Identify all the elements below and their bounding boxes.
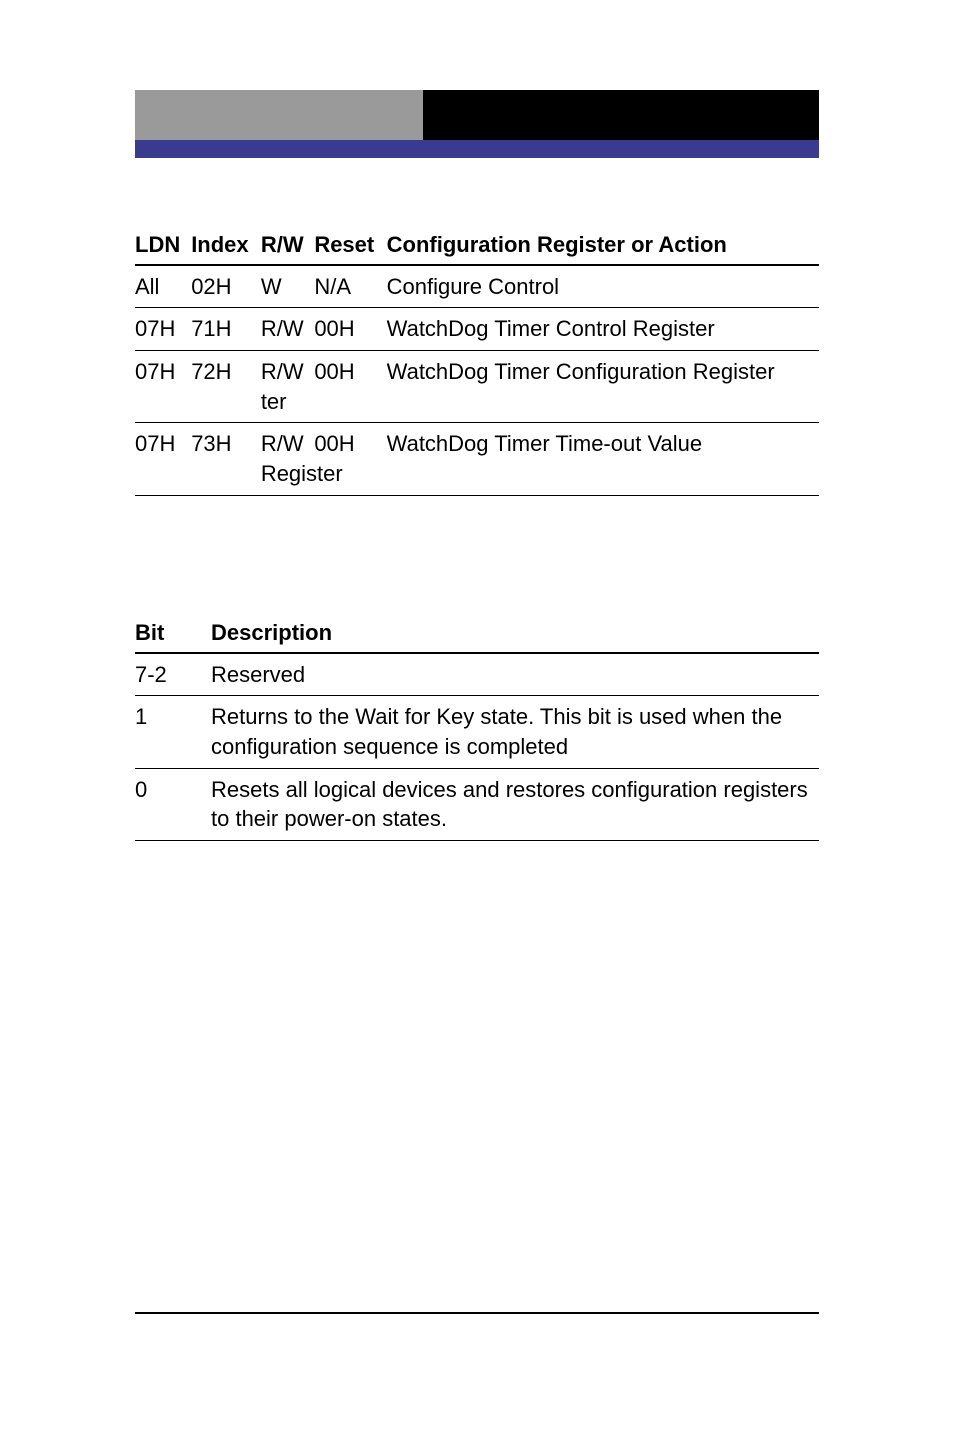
cell-bit: 7-2: [135, 653, 211, 696]
cell-rw: R/W: [261, 423, 315, 459]
footer-rule: [135, 1312, 819, 1314]
header-bottom-strip: [135, 140, 819, 158]
page: LDN Index R/W Reset Configuration Regist…: [0, 0, 954, 1434]
cell-desc: Resets all logical devices and restores …: [211, 768, 819, 840]
cell-reset: 00H: [314, 423, 386, 459]
register-table-header-row: LDN Index R/W Reset Configuration Regist…: [135, 228, 819, 265]
cell-desc: Configure Control: [387, 265, 819, 308]
register-table: LDN Index R/W Reset Configuration Regist…: [135, 228, 819, 496]
cell-ldn: 07H: [135, 423, 191, 459]
table-row: 07H 72H R/W 00H WatchDog Timer Configura…: [135, 351, 819, 387]
cell-rw: R/W: [261, 351, 315, 387]
cell-index: 71H: [191, 308, 261, 351]
cell-bit: 0: [135, 768, 211, 840]
cell-desc: WatchDog Timer Time-out Value: [387, 423, 819, 459]
col-reset: Reset: [314, 228, 386, 265]
cell-bit: 1: [135, 696, 211, 768]
col-rw: R/W: [261, 228, 315, 265]
table-row: 1 Returns to the Wait for Key state. Thi…: [135, 696, 819, 768]
cell-desc: Reserved: [211, 653, 819, 696]
col-index: Index: [191, 228, 261, 265]
table-row: 07H 71H R/W 00H WatchDog Timer Control R…: [135, 308, 819, 351]
table-row-continuation: ter: [135, 387, 819, 423]
cell-reset: N/A: [314, 265, 386, 308]
cell-reset: 00H: [314, 351, 386, 387]
cell-index: 73H: [191, 423, 261, 459]
header-top: [135, 90, 819, 140]
bit-description-table: Bit Description 7-2 Reserved 1 Returns t…: [135, 616, 819, 841]
cell-rw-wrap: ter: [261, 387, 387, 423]
cell-rw: W: [261, 265, 315, 308]
table-row: 07H 73H R/W 00H WatchDog Timer Time-out …: [135, 423, 819, 459]
table-row: All 02H W N/A Configure Control: [135, 265, 819, 308]
table-row: 0 Resets all logical devices and restore…: [135, 768, 819, 840]
cell-reset: 00H: [314, 308, 386, 351]
cell-desc: WatchDog Timer Control Register: [387, 308, 819, 351]
bit-table-header-row: Bit Description: [135, 616, 819, 653]
cell-index: 02H: [191, 265, 261, 308]
col-ldn: LDN: [135, 228, 191, 265]
cell-rw: R/W: [261, 308, 315, 351]
cell-ldn: 07H: [135, 308, 191, 351]
cell-desc: WatchDog Timer Configuration Register: [387, 351, 819, 387]
spacer: [135, 496, 819, 616]
cell-rw-wrap: Register: [261, 459, 387, 495]
header-right-block: [423, 90, 819, 140]
col-desc: Description: [211, 616, 819, 653]
cell-index: 72H: [191, 351, 261, 387]
cell-ldn: All: [135, 265, 191, 308]
header-left-block: [135, 90, 423, 140]
col-desc: Configuration Register or Action: [387, 228, 819, 265]
page-header-bar: [135, 90, 819, 158]
col-bit: Bit: [135, 616, 211, 653]
table-row-continuation: Register: [135, 459, 819, 495]
table-row: 7-2 Reserved: [135, 653, 819, 696]
cell-ldn: 07H: [135, 351, 191, 387]
cell-desc: Returns to the Wait for Key state. This …: [211, 696, 819, 768]
